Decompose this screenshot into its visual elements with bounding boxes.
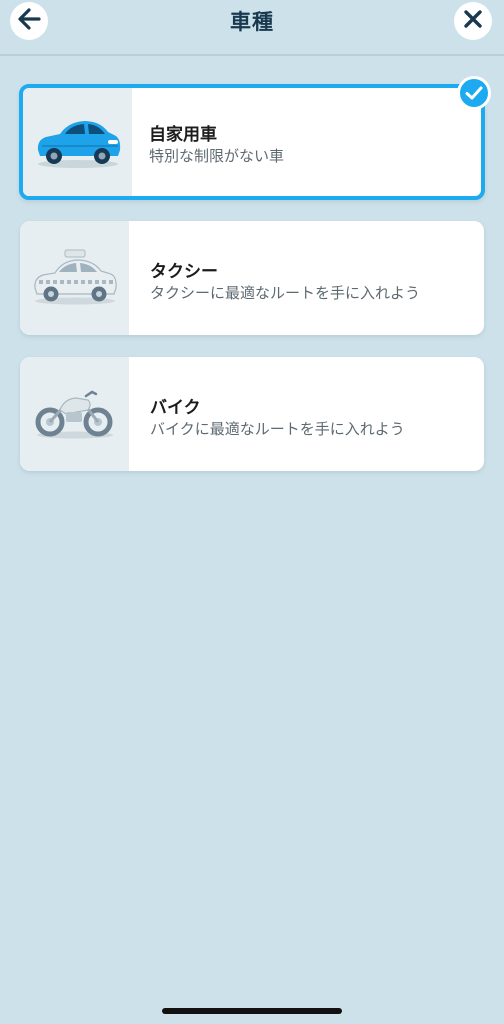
vehicle-description: 特別な制限がない車 bbox=[149, 147, 285, 165]
close-button[interactable] bbox=[454, 2, 492, 40]
vehicle-option-taxi[interactable]: タクシー タクシーに最適なルートを手に入れよう bbox=[20, 221, 484, 335]
taxi-icon bbox=[29, 246, 121, 310]
vehicle-name: 自家用車 bbox=[149, 125, 217, 145]
header-bar: 車種 bbox=[0, 0, 504, 56]
vehicle-description: タクシーに最適なルートを手に入れよう bbox=[150, 284, 421, 302]
close-icon bbox=[463, 9, 483, 33]
motorcycle-icon bbox=[32, 384, 118, 444]
vehicle-option-private-car[interactable]: 自家用車 特別な制限がない車 bbox=[19, 76, 491, 200]
vehicle-thumbnail bbox=[23, 88, 132, 196]
vehicle-name: バイク bbox=[150, 398, 201, 418]
vehicle-thumbnail bbox=[20, 221, 129, 335]
page-title: 車種 bbox=[230, 10, 274, 34]
car-icon bbox=[32, 110, 124, 174]
selected-check-icon bbox=[457, 76, 491, 110]
home-indicator[interactable] bbox=[162, 1008, 342, 1014]
vehicle-name: タクシー bbox=[150, 262, 218, 282]
vehicle-option-motorcycle[interactable]: バイク バイクに最適なルートを手に入れよう bbox=[20, 357, 484, 471]
vehicle-description: バイクに最適なルートを手に入れよう bbox=[150, 420, 405, 438]
vehicle-thumbnail bbox=[20, 357, 129, 471]
